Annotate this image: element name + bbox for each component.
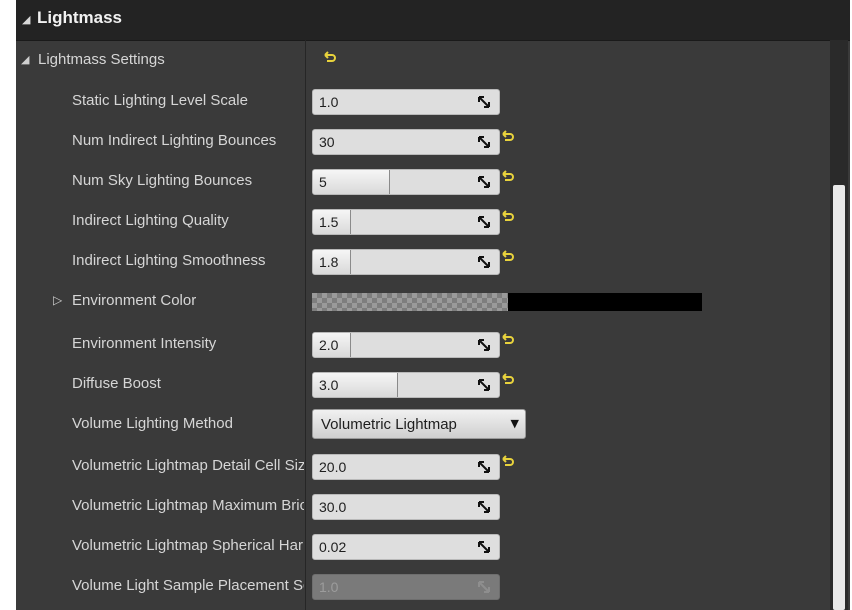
property-label: Num Sky Lighting Bounces [72, 172, 253, 189]
collapse-arrow-icon[interactable]: ◢ [21, 53, 29, 66]
expand-arrows-icon [478, 339, 490, 351]
lightmass-section-header[interactable]: ◢ Lightmass [16, 0, 850, 41]
property-row-static-lighting-level-scale: Static Lighting Level Scale 1.0 [16, 81, 828, 121]
environment-intensity-input[interactable]: 2.0 [312, 332, 500, 358]
environment-color-swatch[interactable] [312, 293, 702, 311]
expand-arrows-icon [478, 461, 490, 473]
field-value: 30 [319, 134, 335, 150]
lightmass-settings-category[interactable]: ◢ Lightmass Settings [16, 40, 828, 80]
property-row-volume-light-sample-placement: Volume Light Sample Placement Scale 1.0 [16, 566, 828, 606]
expand-arrows-icon [478, 96, 490, 108]
field-value: 0.02 [319, 539, 347, 555]
details-panel: ◢ Lightmass ◢ Lightmass Settings Static … [16, 0, 850, 610]
vertical-scrollbar[interactable] [830, 40, 848, 610]
expand-arrows-icon [478, 176, 490, 188]
num-sky-lighting-bounces-input[interactable]: 5 [312, 169, 500, 195]
reset-to-default-icon[interactable] [322, 50, 338, 66]
expand-arrows-icon [478, 581, 490, 593]
dropdown-caret-icon: ▼ [510, 417, 519, 430]
alpha-checker [312, 293, 508, 311]
property-row-volumetric-lightmap-spherical: Volumetric Lightmap Spherical Harmonic S… [16, 526, 828, 566]
field-value: 1.5 [319, 214, 339, 230]
indirect-lighting-quality-input[interactable]: 1.5 [312, 209, 500, 235]
field-value: 3.0 [319, 377, 339, 393]
field-value: 5 [319, 174, 327, 190]
reset-to-default-icon[interactable] [500, 209, 516, 225]
property-label: Volume Light Sample Placement Scale [72, 577, 304, 594]
property-label: Indirect Lighting Smoothness [72, 252, 266, 269]
field-value: 20.0 [319, 459, 347, 475]
expand-arrows-icon [478, 379, 490, 391]
field-value: 1.0 [319, 94, 339, 110]
property-label: Volumetric Lightmap Spherical Harmonic S… [72, 537, 304, 554]
field-value: 30.0 [319, 499, 347, 515]
category-label: Lightmass Settings [38, 51, 165, 68]
property-row-num-sky-lighting-bounces: Num Sky Lighting Bounces 5 [16, 161, 828, 201]
scrollbar-thumb[interactable] [833, 185, 845, 610]
property-label: Environment Color [72, 292, 197, 309]
expand-arrows-icon [478, 136, 490, 148]
property-label: Volumetric Lightmap Maximum Brick Memory… [72, 497, 304, 514]
property-row-volume-lighting-method: Volume Lighting Method Volumetric Lightm… [16, 404, 828, 444]
dropdown-value: Volumetric Lightmap [321, 416, 457, 433]
expand-arrows-icon [478, 501, 490, 513]
property-row-volumetric-lightmap-maximum: Volumetric Lightmap Maximum Brick Memory… [16, 486, 828, 526]
reset-to-default-icon[interactable] [500, 249, 516, 265]
property-row-environment-intensity: Environment Intensity 2.0 [16, 324, 828, 364]
static-lighting-level-scale-input[interactable]: 1.0 [312, 89, 500, 115]
color-solid [508, 293, 702, 311]
property-label: Volume Lighting Method [72, 415, 233, 432]
reset-to-default-icon[interactable] [500, 372, 516, 388]
property-label: Environment Intensity [72, 335, 217, 352]
reset-to-default-icon[interactable] [500, 129, 516, 145]
property-label: Diffuse Boost [72, 375, 161, 392]
property-row-num-indirect-lighting-bounces: Num Indirect Lighting Bounces 30 [16, 121, 828, 161]
reset-to-default-icon[interactable] [500, 332, 516, 348]
expand-arrow-icon[interactable]: ▷ [53, 293, 62, 307]
property-row-volumetric-lightmap-detail: Volumetric Lightmap Detail Cell Size 20.… [16, 446, 828, 486]
property-label: Indirect Lighting Quality [72, 212, 229, 229]
expand-arrows-icon [478, 541, 490, 553]
property-label: Num Indirect Lighting Bounces [72, 132, 277, 149]
field-value: 2.0 [319, 337, 339, 353]
volumetric-lightmap-detail-input[interactable]: 20.0 [312, 454, 500, 480]
num-indirect-lighting-bounces-input[interactable]: 30 [312, 129, 500, 155]
volume-lighting-method-dropdown[interactable]: Volumetric Lightmap ▼ [312, 409, 526, 439]
diffuse-boost-input[interactable]: 3.0 [312, 372, 500, 398]
property-row-indirect-lighting-quality: Indirect Lighting Quality 1.5 [16, 201, 828, 241]
reset-to-default-icon[interactable] [500, 169, 516, 185]
volumetric-lightmap-maximum-input[interactable]: 30.0 [312, 494, 500, 520]
property-row-environment-color: ▷ Environment Color [16, 281, 828, 321]
indirect-lighting-smoothness-input[interactable]: 1.8 [312, 249, 500, 275]
section-title: Lightmass [37, 8, 123, 27]
property-row-indirect-lighting-smoothness: Indirect Lighting Smoothness 1.8 [16, 241, 828, 281]
reset-to-default-icon[interactable] [500, 454, 516, 470]
expand-arrows-icon [478, 256, 490, 268]
field-value: 1.8 [319, 254, 339, 270]
field-value: 1.0 [319, 579, 339, 595]
property-label: Volumetric Lightmap Detail Cell Size [72, 457, 304, 474]
collapse-arrow-icon[interactable]: ◢ [22, 13, 30, 26]
volumetric-lightmap-spherical-input[interactable]: 0.02 [312, 534, 500, 560]
property-label: Static Lighting Level Scale [72, 92, 248, 109]
expand-arrows-icon [478, 216, 490, 228]
volume-light-sample-placement-input: 1.0 [312, 574, 500, 600]
property-row-diffuse-boost: Diffuse Boost 3.0 [16, 364, 828, 404]
